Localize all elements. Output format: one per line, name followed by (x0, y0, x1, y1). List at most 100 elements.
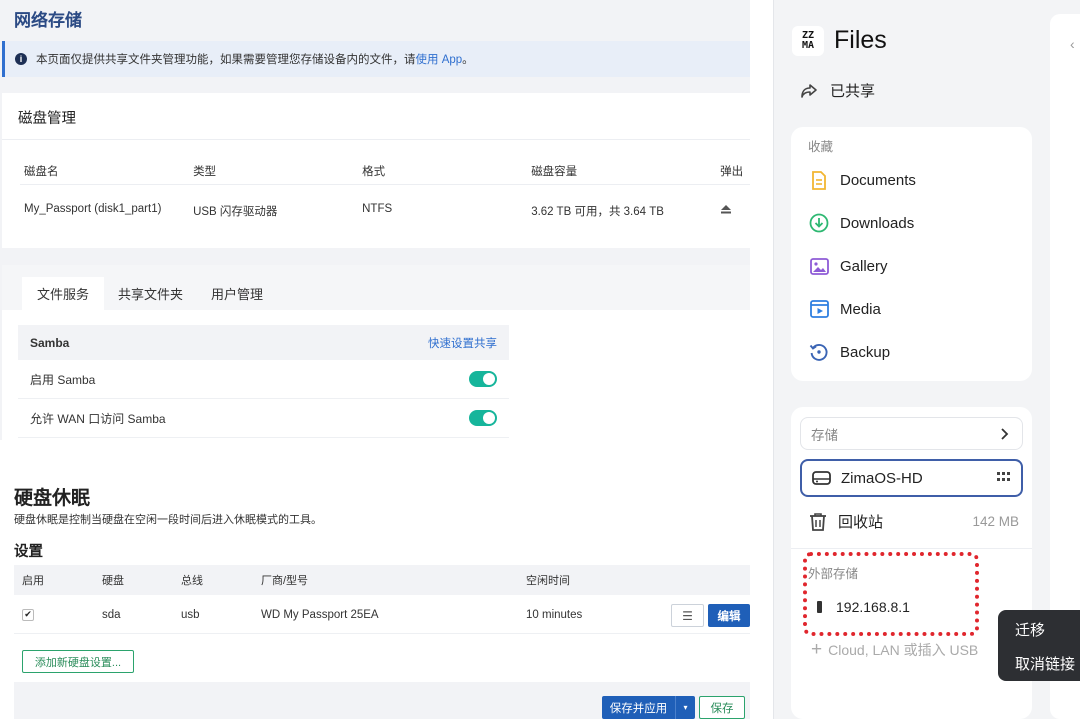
logo-text-bottom: MA (801, 40, 815, 51)
tab-user-management[interactable]: 用户管理 (196, 277, 278, 310)
checkbox-icon[interactable]: ✔ (22, 608, 34, 621)
col-vendor-model: 厂商/型号 (261, 575, 309, 587)
info-icon: i (15, 53, 27, 65)
document-icon (809, 170, 829, 190)
menu-item-migrate[interactable]: 迁移 (1015, 619, 1045, 640)
menu-item-unlink[interactable]: 取消链接 (1015, 653, 1075, 674)
sidebar-item-gallery[interactable]: Gallery (809, 256, 888, 276)
menu-icon[interactable]: ☰ (671, 604, 704, 627)
backup-icon (809, 342, 829, 362)
chevron-right-icon (1001, 427, 1009, 440)
col-type: 类型 (193, 166, 217, 178)
trash-icon (810, 513, 826, 531)
downloads-label: Downloads (840, 214, 915, 232)
divider (20, 184, 750, 185)
sidebar-item-downloads[interactable]: Downloads (809, 213, 914, 233)
sidebar-item-documents[interactable]: Documents (809, 170, 916, 190)
storage-label: 存储 (811, 427, 838, 443)
chevron-down-icon[interactable]: ▾ (675, 696, 695, 719)
zima-logo: ZZ MA (792, 26, 824, 56)
save-apply-button[interactable]: 保存并应用 ▾ (602, 696, 695, 719)
disk-format: NTFS (362, 203, 393, 215)
favorites-card: 收藏 Documents Downloads Gallery Media Bac… (791, 127, 1032, 381)
trash-size: 142 MB (972, 514, 1019, 529)
disk-sleep-description: 硬盘休眠是控制当硬盘在空闲一段时间后进入休眠模式的工具。 (14, 514, 322, 526)
info-notice: i 本页面仅提供共享文件夹管理功能，如果需要管理您存储设备内的文件，请 使用 A… (2, 41, 750, 77)
media-label: Media (840, 300, 881, 318)
disk-name: My_Passport (disk1_part1) (24, 203, 162, 215)
sidebar-item-trash[interactable]: 回收站 142 MB (809, 511, 1019, 532)
page-title: 网络存储 (14, 11, 82, 30)
col-format: 格式 (362, 166, 386, 178)
add-external-label: Cloud, LAN 或插入 USB (828, 642, 979, 658)
col-enabled: 启用 (22, 575, 44, 587)
notice-end: 。 (462, 54, 474, 66)
notice-text: 本页面仅提供共享文件夹管理功能，如果需要管理您存储设备内的文件，请 (36, 54, 416, 66)
sidebar-item-media[interactable]: Media (809, 299, 881, 319)
disk-capacity: 3.62 TB 可用，共 3.64 TB (531, 206, 664, 218)
sidebar-item-zimaos-hd[interactable]: ZimaOS-HD (800, 459, 1023, 497)
add-external-storage[interactable]: + Cloud, LAN 或插入 USB (811, 639, 978, 661)
row-idle: 10 minutes (526, 608, 583, 621)
tab-shared-folders[interactable]: 共享文件夹 (103, 277, 198, 310)
row-bus: usb (181, 608, 200, 621)
samba-enable-label: 启用 Samba (30, 372, 96, 387)
samba-header: Samba 快速设置共享 (18, 325, 509, 360)
samba-title: Samba (30, 335, 70, 350)
disk-management-title: 磁盘管理 (18, 111, 76, 127)
samba-enable-toggle[interactable] (469, 371, 497, 387)
add-disk-setting-button[interactable]: 添加新硬盘设置... (22, 650, 134, 673)
col-disk-name: 磁盘名 (24, 166, 59, 178)
network-storage-panel: 网络存储 i 本页面仅提供共享文件夹管理功能，如果需要管理您存储设备内的文件，请… (0, 0, 750, 440)
disk-table-header: 磁盘名 类型 格式 磁盘容量 弹出 (24, 163, 750, 179)
shared-nav-item[interactable]: 已共享 (800, 80, 875, 101)
app-title: Files (834, 26, 887, 54)
col-capacity: 磁盘容量 (531, 166, 578, 178)
collapse-icon[interactable]: ‹ (1070, 36, 1075, 52)
samba-wan-row: 允许 WAN 口访问 Samba (18, 399, 509, 438)
hard-drive-icon (812, 471, 831, 485)
sidebar-item-backup[interactable]: Backup (809, 342, 890, 362)
highlight-annotation (803, 552, 979, 636)
samba-enable-row: 启用 Samba (18, 360, 509, 399)
eject-icon[interactable] (720, 203, 750, 219)
table-row: My_Passport (disk1_part1) USB 闪存驱动器 NTFS… (24, 203, 750, 219)
download-icon (809, 213, 829, 233)
storage-header[interactable]: 存储 (800, 417, 1023, 450)
disk-sleep-title: 硬盘休眠 (14, 488, 91, 509)
disk-management-card: 磁盘管理 磁盘名 类型 格式 磁盘容量 弹出 My_Passport (disk… (2, 93, 750, 248)
divider (791, 548, 1032, 549)
gallery-label: Gallery (840, 257, 888, 275)
row-model: WD My Passport 25EA (261, 608, 379, 621)
plus-icon: + (811, 639, 823, 660)
quick-share-link[interactable]: 快速设置共享 (428, 335, 497, 351)
grid-dots-icon[interactable] (997, 471, 1011, 485)
favorites-label: 收藏 (808, 140, 834, 154)
settings-title: 设置 (14, 544, 43, 560)
save-button[interactable]: 保存 (699, 696, 745, 719)
samba-wan-label: 允许 WAN 口访问 Samba (30, 411, 166, 426)
disk-name-label: ZimaOS-HD (841, 469, 923, 487)
context-menu: 迁移 取消链接 (998, 610, 1080, 681)
sleep-table-header: 启用 硬盘 总线 厂商/型号 空闲时间 (14, 565, 750, 595)
table-row: ✔ sda usb WD My Passport 25EA 10 minutes (14, 596, 750, 634)
shared-label: 已共享 (830, 83, 876, 100)
tab-bar: 文件服务 共享文件夹 用户管理 (2, 265, 750, 310)
share-icon (801, 83, 817, 98)
media-icon (809, 299, 829, 319)
col-eject: 弹出 (720, 166, 744, 178)
col-disk: 硬盘 (102, 575, 124, 587)
gallery-icon (809, 256, 829, 276)
save-apply-label[interactable]: 保存并应用 (602, 700, 675, 716)
documents-label: Documents (840, 171, 916, 189)
trash-label: 回收站 (838, 514, 884, 531)
tab-file-service[interactable]: 文件服务 (22, 277, 105, 310)
edit-button[interactable]: 编辑 (708, 604, 750, 627)
use-app-link[interactable]: 使用 App (416, 51, 463, 67)
samba-wan-toggle[interactable] (469, 410, 497, 426)
file-service-card: 文件服务 共享文件夹 用户管理 Samba 快速设置共享 启用 Samba 允许… (2, 265, 750, 440)
enabled-checkbox[interactable]: ✔ (22, 596, 34, 633)
col-bus: 总线 (181, 575, 203, 587)
row-disk: sda (102, 608, 121, 621)
col-idle-time: 空闲时间 (526, 575, 570, 587)
